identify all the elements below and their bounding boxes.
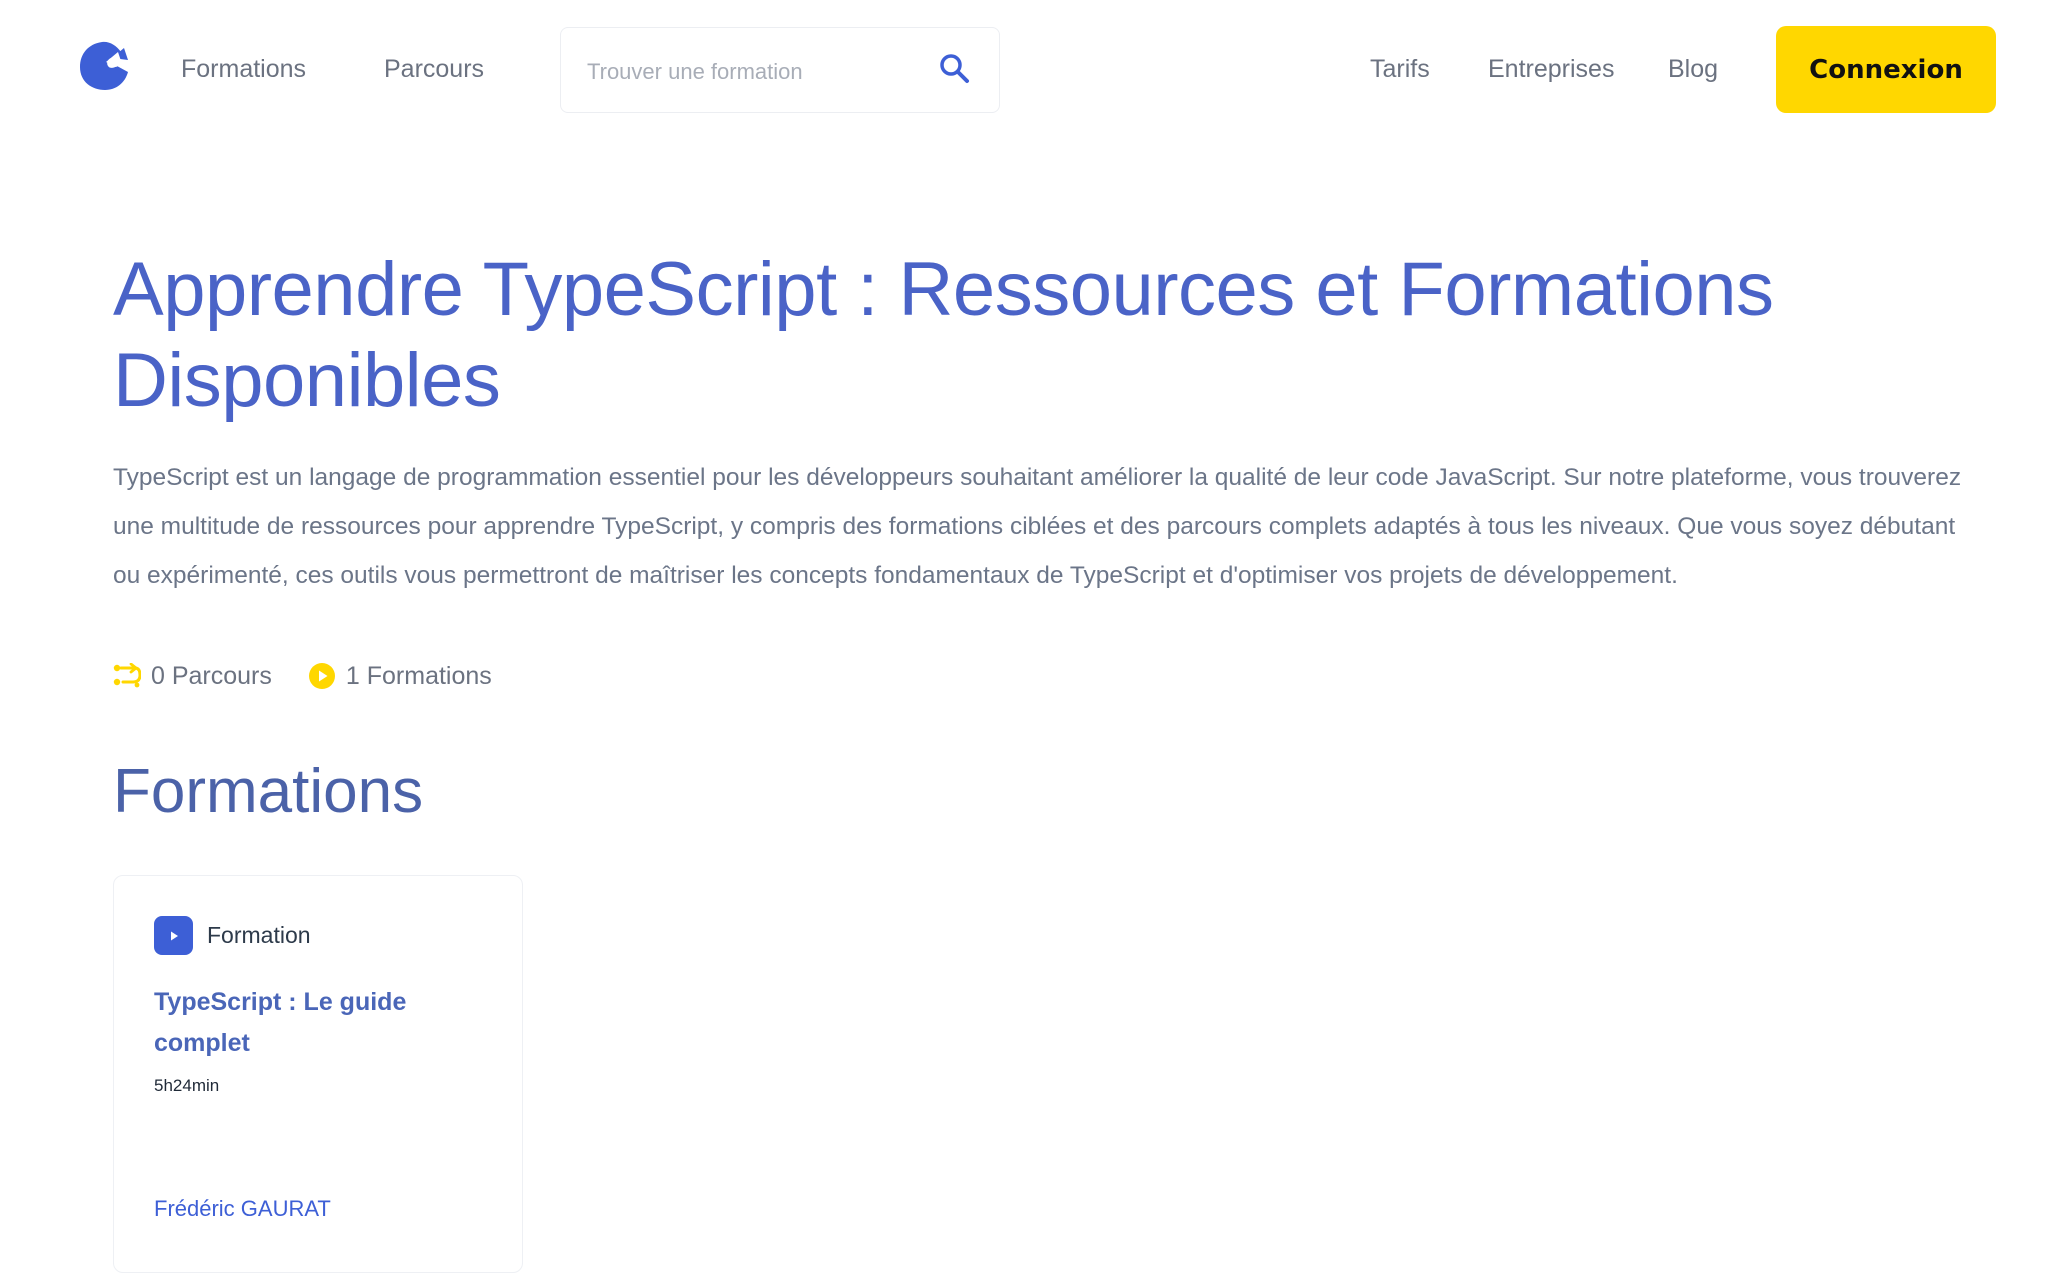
connexion-button[interactable]: Connexion bbox=[1776, 26, 1996, 113]
stat-formations: 1 Formations bbox=[308, 662, 492, 691]
logo-icon[interactable] bbox=[76, 38, 132, 94]
play-circle-icon bbox=[308, 663, 335, 689]
nav-formations[interactable]: Formations bbox=[181, 52, 306, 86]
search-box bbox=[560, 27, 1000, 113]
card-author[interactable]: Frédéric GAURAT bbox=[154, 1196, 331, 1222]
nav-tarifs[interactable]: Tarifs bbox=[1370, 52, 1430, 86]
badge-label: Formation bbox=[207, 922, 311, 948]
section-title-formations: Formations bbox=[113, 757, 424, 826]
search-input[interactable] bbox=[587, 55, 927, 89]
nav-parcours[interactable]: Parcours bbox=[384, 52, 484, 86]
page-description: TypeScript est un langage de programmati… bbox=[113, 464, 1962, 589]
parcours-icon bbox=[113, 663, 141, 688]
nav-entreprises[interactable]: Entreprises bbox=[1488, 52, 1614, 86]
search-icon[interactable] bbox=[938, 52, 972, 86]
play-icon bbox=[154, 916, 193, 955]
page-title: Apprendre TypeScript : Ressources et For… bbox=[113, 247, 1774, 423]
card-duration: 5h24min bbox=[154, 1076, 220, 1095]
stat-parcours: 0 Parcours bbox=[113, 662, 272, 691]
stat-formations-label: 1 Formations bbox=[345, 661, 492, 690]
formation-badge: Formation bbox=[154, 916, 311, 955]
stat-parcours-label: 0 Parcours bbox=[151, 661, 272, 690]
nav-blog[interactable]: Blog bbox=[1668, 52, 1718, 86]
site-header: Formations Parcours Tarifs Entreprises B… bbox=[0, 0, 2048, 140]
stats-bar: 0 Parcours 1 Formations bbox=[113, 658, 528, 694]
card-title[interactable]: TypeScript : Le guide complet bbox=[154, 982, 484, 1064]
formation-card[interactable]: Formation TypeScript : Le guide complet … bbox=[113, 875, 523, 1273]
